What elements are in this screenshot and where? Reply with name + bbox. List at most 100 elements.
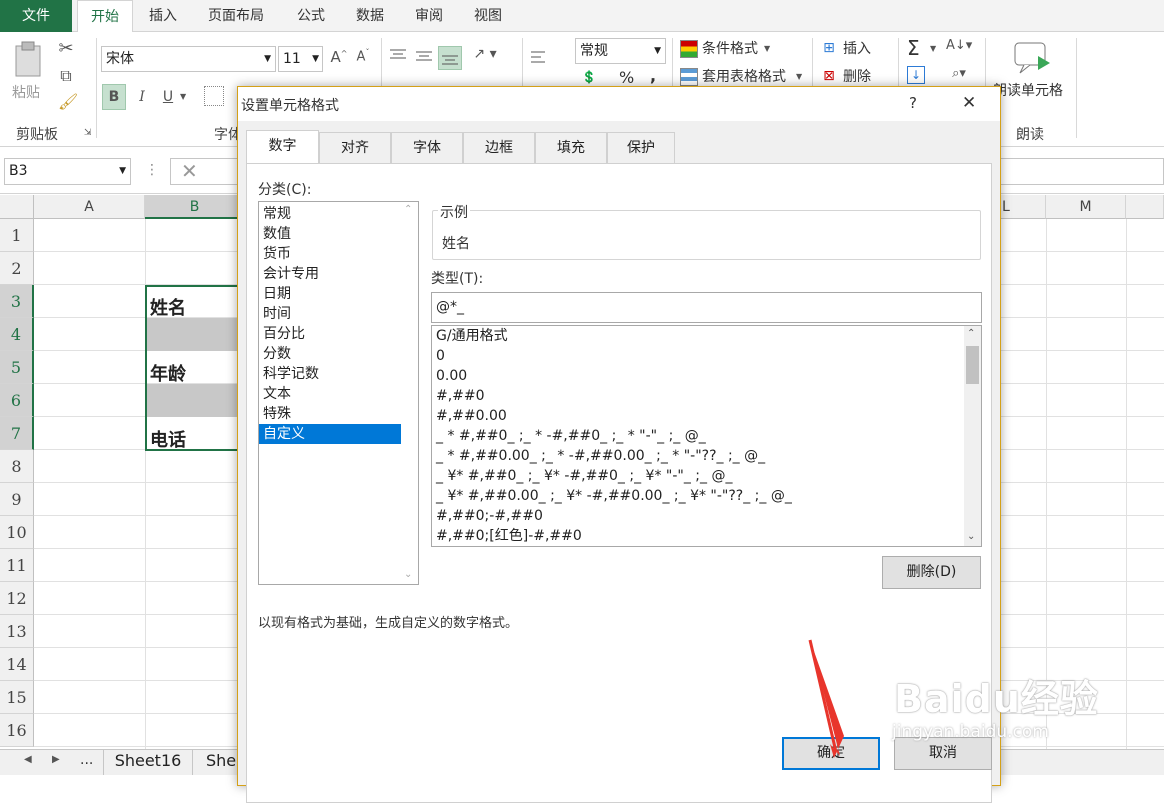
- format-painter-icon[interactable]: 🖌: [58, 92, 78, 112]
- cancel-icon[interactable]: ✕: [181, 159, 198, 183]
- type-scrollbar[interactable]: ⌃ ⌄: [964, 326, 981, 546]
- align-middle-icon[interactable]: [414, 46, 434, 66]
- bold-button[interactable]: B: [102, 84, 126, 110]
- tab-page-layout[interactable]: 页面布局: [196, 0, 276, 32]
- column-header-m[interactable]: M: [1046, 195, 1126, 219]
- scroll-left-icon[interactable]: ◀: [24, 754, 32, 765]
- row-header[interactable]: 16: [0, 714, 34, 747]
- tab-data[interactable]: 数据: [345, 0, 395, 32]
- borders-icon[interactable]: [204, 86, 224, 106]
- row-header[interactable]: 3: [0, 285, 34, 318]
- fill-down-icon[interactable]: ↓: [907, 66, 925, 84]
- italic-button[interactable]: I: [132, 84, 152, 110]
- dialog-launcher-icon[interactable]: ⇲: [84, 128, 92, 138]
- format-as-table-button[interactable]: 套用表格格式: [702, 66, 786, 86]
- conditional-format-button[interactable]: 条件格式: [702, 38, 758, 58]
- row-header[interactable]: 9: [0, 483, 34, 516]
- comma-button[interactable]: ,: [650, 66, 656, 85]
- category-item[interactable]: 科学记数: [259, 364, 402, 384]
- type-item[interactable]: #,##0.00: [432, 406, 964, 426]
- type-item[interactable]: _ * #,##0_ ;_ * -#,##0_ ;_ * "-"_ ;_ @_: [432, 426, 964, 446]
- row-header[interactable]: 4: [0, 318, 34, 351]
- select-all-corner[interactable]: [0, 195, 34, 219]
- tab-formulas[interactable]: 公式: [286, 0, 336, 32]
- category-scrollbar[interactable]: ⌃ ⌄: [401, 202, 418, 584]
- font-size-box[interactable]: 11 ▼: [278, 46, 323, 72]
- row-header[interactable]: 8: [0, 450, 34, 483]
- category-item[interactable]: 货币: [259, 244, 402, 264]
- font-name-box[interactable]: 宋体 ▼: [101, 46, 276, 72]
- tab-font[interactable]: 字体: [391, 132, 463, 163]
- copy-icon[interactable]: ⧉: [56, 66, 76, 86]
- type-item[interactable]: 0.00: [432, 366, 964, 386]
- formula-input[interactable]: [1000, 158, 1164, 185]
- help-button[interactable]: ?: [909, 94, 917, 112]
- close-icon[interactable]: ✕: [962, 93, 976, 113]
- sheet-tab-sheet16[interactable]: Sheet16: [103, 750, 193, 775]
- chevron-down-icon[interactable]: ▼: [180, 92, 186, 101]
- type-item[interactable]: 0: [432, 346, 964, 366]
- type-input[interactable]: @*_: [431, 292, 982, 323]
- tab-number[interactable]: 数字: [246, 130, 319, 164]
- scroll-down-icon[interactable]: ⌄: [404, 569, 412, 580]
- tab-border[interactable]: 边框: [463, 132, 535, 163]
- chevron-down-icon[interactable]: ▼: [796, 72, 802, 81]
- category-item[interactable]: 特殊: [259, 404, 402, 424]
- underline-button[interactable]: U: [158, 84, 178, 110]
- type-item[interactable]: #,##0;[红色]-#,##0: [432, 526, 964, 546]
- scroll-up-icon[interactable]: ⌃: [404, 204, 412, 215]
- speech-bubble-icon[interactable]: [1012, 40, 1052, 76]
- type-item[interactable]: #,##0: [432, 386, 964, 406]
- column-header-b[interactable]: B: [145, 195, 245, 219]
- more-sheets-button[interactable]: ...: [80, 752, 93, 768]
- percent-button[interactable]: %: [619, 68, 634, 87]
- row-header[interactable]: 12: [0, 582, 34, 615]
- category-item[interactable]: 文本: [259, 384, 402, 404]
- row-header[interactable]: 13: [0, 615, 34, 648]
- chevron-down-icon[interactable]: ▼: [930, 44, 936, 53]
- type-item[interactable]: G/通用格式: [432, 326, 964, 346]
- type-item[interactable]: _ ¥* #,##0_ ;_ ¥* -#,##0_ ;_ ¥* "-"_ ;_ …: [432, 466, 964, 486]
- cell-b5[interactable]: 年龄: [150, 360, 186, 386]
- autosum-button[interactable]: Σ: [907, 36, 920, 60]
- row-header[interactable]: 5: [0, 351, 34, 384]
- tab-home[interactable]: 开始: [77, 0, 133, 33]
- cell-b7[interactable]: 电话: [150, 426, 186, 452]
- cut-icon[interactable]: ✂: [56, 38, 76, 59]
- find-icon[interactable]: ⌕▾: [946, 66, 972, 86]
- orientation-icon[interactable]: ↗ ▾: [470, 46, 500, 66]
- align-bottom-icon[interactable]: [438, 46, 462, 70]
- tab-view[interactable]: 视图: [463, 0, 513, 32]
- scrollbar-thumb[interactable]: [966, 346, 979, 384]
- cell-b3[interactable]: 姓名: [150, 294, 186, 320]
- category-list[interactable]: 常规 数值 货币 会计专用 日期 时间 百分比 分数 科学记数 文本 特殊 自定义 ⌃ ⌄: [258, 201, 419, 585]
- category-item[interactable]: 常规: [259, 204, 402, 224]
- row-header[interactable]: 1: [0, 219, 34, 252]
- category-item[interactable]: 百分比: [259, 324, 402, 344]
- type-item[interactable]: _ * #,##0.00_ ;_ * -#,##0.00_ ;_ * "-"??…: [432, 446, 964, 466]
- category-item[interactable]: 分数: [259, 344, 402, 364]
- tab-file[interactable]: 文件: [0, 0, 72, 32]
- row-header[interactable]: 6: [0, 384, 34, 417]
- category-item[interactable]: 自定义: [259, 424, 402, 444]
- category-item[interactable]: 会计专用: [259, 264, 402, 284]
- insert-button[interactable]: 插入: [843, 38, 871, 58]
- row-header[interactable]: 15: [0, 681, 34, 714]
- column-header-n[interactable]: [1126, 195, 1164, 219]
- number-format-box[interactable]: 常规 ▼: [575, 38, 666, 64]
- align-top-icon[interactable]: [388, 46, 408, 66]
- column-header-a[interactable]: A: [34, 195, 145, 219]
- category-item[interactable]: 时间: [259, 304, 402, 324]
- delete-cells-button[interactable]: 删除: [843, 66, 871, 86]
- type-item[interactable]: _ ¥* #,##0.00_ ;_ ¥* -#,##0.00_ ;_ ¥* "-…: [432, 486, 964, 506]
- row-header[interactable]: 10: [0, 516, 34, 549]
- row-header[interactable]: 2: [0, 252, 34, 285]
- read-cell-label[interactable]: 朗读单元格: [993, 80, 1063, 100]
- scroll-right-icon[interactable]: ▶: [52, 754, 60, 765]
- more-options-icon[interactable]: ⋮: [145, 162, 159, 178]
- sort-filter-icon[interactable]: A↓▾: [946, 38, 972, 58]
- scroll-down-icon[interactable]: ⌄: [967, 531, 975, 542]
- sheet-tab-next[interactable]: She: [200, 750, 240, 775]
- paste-icon[interactable]: [12, 38, 46, 82]
- row-header[interactable]: 7: [0, 417, 34, 450]
